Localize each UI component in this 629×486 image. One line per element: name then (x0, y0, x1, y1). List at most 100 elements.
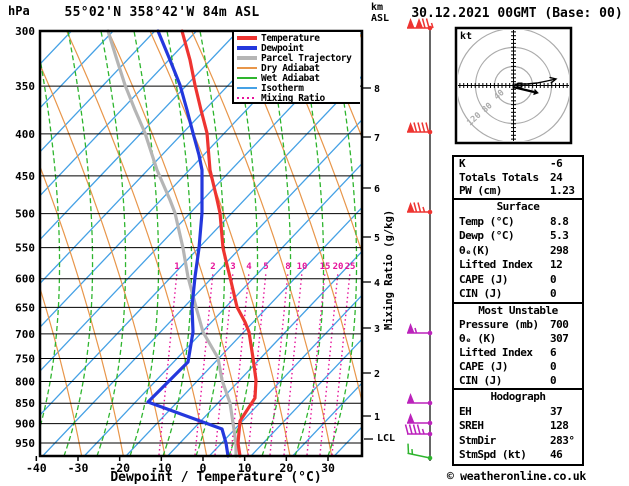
table-row: StmSpd (kt) 46 (454, 448, 582, 463)
table-row: Pressure (mb) 700 (454, 318, 582, 332)
row-value: 37 (550, 404, 563, 418)
mixing-ratio-axis-label: Mixing Ratio (g/kg) (383, 209, 395, 330)
pressure-tick-label: 700 (15, 328, 35, 341)
row-label: K (459, 157, 466, 170)
row-value: 5.3 (550, 229, 569, 242)
pressure-tick-label: 900 (15, 418, 35, 431)
km-tick-label: 6 (374, 184, 380, 195)
wind-barb-icon (407, 323, 433, 336)
table-row: CIN (J) 0 (454, 374, 582, 388)
wind-barb-icon (407, 122, 433, 135)
pressure-tick-label: 600 (15, 273, 35, 286)
altitude-axis: 8 7 6 5 4 3 2 1 (362, 84, 380, 440)
row-label: CIN (J) (459, 287, 502, 300)
mixing-ratio-line-swatch (237, 97, 257, 99)
table-row: K -6 (454, 157, 582, 171)
mixing-ratio-label: 5 (263, 262, 268, 272)
row-value: 46 (550, 448, 563, 461)
km-tick-label: 5 (374, 233, 380, 244)
row-value: 283° (550, 433, 575, 447)
table-row: CAPE (J) 0 (454, 273, 582, 288)
km-tick-label: 1 (374, 412, 380, 423)
hodograph-ring-label: 120 (465, 111, 483, 129)
hodograph-table-title: Hodograph (490, 390, 546, 403)
row-value: -6 (550, 157, 563, 170)
km-axis-unit-2: ASL (371, 13, 390, 24)
pressure-tick-label: 850 (15, 397, 35, 410)
wet-adiabat-line-swatch (237, 77, 257, 79)
legend-item-mixing-ratio: Mixing Ratio (237, 92, 360, 104)
pressure-tick-label: 500 (15, 208, 35, 221)
row-label: θₑ (K) (459, 332, 496, 345)
table-row: CAPE (J) 0 (454, 360, 582, 374)
pressure-tick-label: 300 (15, 25, 35, 38)
legend-label: Mixing Ratio (261, 92, 325, 104)
pressure-tick-label: 800 (15, 376, 35, 389)
pressure-tick-label: 450 (15, 170, 35, 183)
most-unstable-table-title: Most Unstable (478, 304, 558, 317)
km-tick-label: 8 (374, 84, 380, 95)
legend-item-wet-adiabat: Wet Adiabat (237, 73, 360, 84)
mixing-ratio-label: 10 (297, 262, 308, 272)
row-value: 0 (550, 287, 557, 300)
temp-tick-label: -30 (68, 461, 89, 475)
credit-footer: © weatheronline.co.uk (446, 469, 586, 483)
table-row: SREH 128 (454, 419, 582, 434)
wind-barb-icon (407, 413, 433, 426)
table-row: Temp (°C) 8.8 (454, 215, 582, 230)
parcel-trajectory-trace (106, 29, 238, 458)
table-row: θₑ(K) 298 (454, 244, 582, 259)
table-row: StmDir 283° (454, 434, 582, 449)
wind-barb-icon (407, 202, 433, 215)
legend: Temperature Dewpoint Parcel Trajectory D… (232, 32, 360, 104)
station-title: 55°02'N 358°42'W 84m ASL (64, 5, 260, 20)
km-tick-label: 7 (374, 133, 380, 144)
hodograph-panel: 4080120 (454, 26, 573, 145)
row-label: Lifted Index (459, 258, 533, 271)
dewpoint-trace (146, 29, 230, 458)
surface-table: Surface Temp (°C) 8.8 Dewp (°C) 5.3 θₑ(K… (452, 198, 584, 304)
table-row: Lifted Index 6 (454, 346, 582, 360)
row-label: θₑ(K) (459, 243, 490, 257)
hodograph-table: Hodograph EH 37 SREH 128 StmDir 283° Stm… (452, 388, 584, 466)
legend-item-dry-adiabat: Dry Adiabat (237, 63, 360, 74)
pressure-tick-label: 550 (15, 242, 35, 255)
row-label: StmDir (459, 433, 496, 447)
pressure-tick-label: 650 (15, 301, 35, 314)
mixing-ratio-label: 20 (333, 262, 344, 272)
row-value: 1.23 (550, 184, 575, 197)
row-label: Lifted Index (459, 346, 533, 359)
stability-indices-table: K -6 Totals Totals 24 PW (cm) 1.23 (452, 155, 584, 200)
pressure-tick-label: 750 (15, 352, 35, 365)
mixing-ratio-label: 15 (320, 262, 331, 272)
pressure-tick-label: 950 (15, 437, 35, 450)
dewpoint-line-swatch (237, 46, 257, 50)
table-row: θₑ (K) 307 (454, 332, 582, 346)
mixing-ratio-label: 3 (230, 262, 235, 272)
parcel-line-swatch (237, 56, 257, 60)
row-value: 24 (550, 170, 563, 184)
km-tick-label: 3 (374, 324, 380, 335)
row-value: 298 (550, 243, 569, 257)
pressure-tick-label: 400 (15, 128, 35, 141)
row-label: CAPE (J) (459, 360, 508, 373)
row-label: CIN (J) (459, 374, 502, 387)
wind-barb-icon (404, 424, 433, 437)
hodograph-unit-label: kt (460, 31, 473, 42)
table-row: Dewp (°C) 5.3 (454, 229, 582, 244)
temperature-line-swatch (237, 36, 257, 40)
table-row: EH 37 (454, 405, 582, 420)
row-value: 6 (550, 346, 557, 359)
row-value: 8.8 (550, 214, 569, 228)
x-axis-label: Dewpoint / Temperature (°C) (110, 470, 322, 485)
legend-item-temperature: Temperature (237, 33, 360, 44)
row-label: SREH (459, 419, 484, 432)
table-row: CIN (J) 0 (454, 287, 582, 302)
legend-item-parcel: Parcel Trajectory (237, 53, 360, 64)
row-label: Dewp (°C) (459, 229, 515, 242)
row-label: EH (459, 404, 472, 418)
row-value: 0 (550, 374, 557, 387)
datetime-label: 30.12.2021 00GMT (Base: 00) (411, 6, 623, 21)
mixing-ratio-label: 2 (210, 262, 215, 272)
km-tick-label: 2 (374, 369, 380, 380)
